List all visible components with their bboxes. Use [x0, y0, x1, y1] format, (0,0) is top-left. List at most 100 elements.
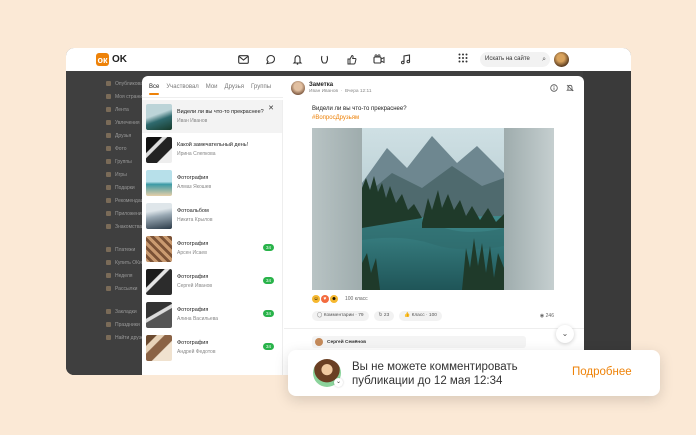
more-info-link[interactable]: Подробнее [572, 366, 632, 378]
list-item-title: Фотография [177, 241, 209, 247]
post-author[interactable]: Иван Иванов [309, 89, 338, 94]
post-photo[interactable] [362, 128, 504, 290]
list-item-title: Фотография [177, 307, 209, 313]
video-icon[interactable] [371, 52, 386, 67]
sidebar-item[interactable]: Платежи [106, 243, 142, 256]
sidebar-item-label: Приложения [115, 210, 142, 217]
share-button[interactable]: ↻ 23 [373, 311, 395, 321]
ok-logo-icon: ок [96, 53, 109, 66]
sidebar-item[interactable]: Опубликовать [106, 77, 142, 90]
mail-icon[interactable] [236, 52, 251, 67]
reactions[interactable]: ☺ ♥ ☻ 100 класс [312, 295, 368, 303]
user-avatar[interactable] [554, 52, 569, 67]
list-item[interactable]: Фотография Алина Васильева 34 [142, 298, 282, 331]
sidebar-item-label: Моя страница [115, 93, 142, 100]
sidebar-item-label: Друзья [115, 132, 132, 139]
list-item-title: Какой замечательный день! [177, 142, 249, 148]
list-item[interactable]: Фотография Сергей Иванов 34 [142, 265, 282, 298]
list-item-author: Иван Иванов [177, 118, 208, 124]
apps-grid-icon[interactable] [458, 53, 470, 65]
list-item-author: Никита Крылов [177, 217, 213, 223]
list-item-text: Какой замечательный день! Ирина Слепкова [177, 142, 265, 157]
likes-icon[interactable] [344, 52, 359, 67]
sidebar-item[interactable]: Подарки [106, 181, 142, 194]
sidebar-item[interactable]: Знакомства [106, 220, 142, 233]
commenter-name[interactable]: Сергей Семёнов [327, 340, 366, 345]
sidebar-item[interactable]: Приложения [106, 207, 142, 220]
list-item[interactable]: Какой замечательный день! Ирина Слепкова [142, 133, 282, 166]
post-hashtag[interactable]: #ВопросДрузьям [312, 115, 359, 121]
scroll-down-button[interactable]: ⌄ [556, 325, 574, 343]
chevron-down-icon: ⌄ [334, 378, 343, 387]
sidebar-item[interactable]: Рассылки [106, 282, 142, 295]
post-photo-frame[interactable] [312, 128, 554, 290]
sidebar-item-label: Найти друзей [115, 334, 142, 341]
list-item[interactable]: Фотоальбом Никита Крылов [142, 199, 282, 232]
sidebar-item-icon [106, 198, 111, 203]
sidebar-item-icon [106, 309, 111, 314]
like-button[interactable]: 👍 Класс · 100 [399, 311, 442, 321]
tab-0[interactable]: Все [149, 76, 160, 97]
list-item[interactable]: Фотография Алмаз Якошев [142, 166, 282, 199]
close-icon[interactable]: ✕ [268, 104, 274, 112]
list-item-author: Алмаз Якошев [177, 184, 212, 190]
sidebar-item[interactable]: Закладки [106, 305, 142, 318]
list-item-author: Алина Васильева [177, 316, 219, 322]
post-actions [550, 84, 574, 94]
post-type: Заметка [309, 82, 334, 88]
sidebar-item-icon [106, 120, 111, 125]
reactions-count[interactable]: 100 класс [345, 296, 368, 302]
feed-background-right [583, 71, 631, 375]
discussions-panel: Все Участвовал Мои Друзья Группы Видели ли в… [142, 76, 584, 375]
sidebar-item-icon [106, 247, 111, 252]
post-view: Заметка Иван Иванов · Вчера 12:11 Видели… [284, 76, 584, 375]
sidebar-item[interactable]: Найти друзей [106, 331, 142, 344]
sidebar-item[interactable]: Группы [106, 155, 142, 168]
sidebar-item[interactable]: Лента [106, 103, 142, 116]
sidebar-item[interactable]: Купить ОКи [106, 256, 142, 269]
list-item-author: Андрей Федотов [177, 349, 216, 355]
music-icon[interactable] [398, 52, 413, 67]
sidebar-item-label: Увлечения [115, 119, 140, 126]
sidebar-item[interactable]: Фото [106, 142, 142, 155]
info-icon[interactable] [550, 84, 558, 94]
list-item[interactable]: Фотография Арсен Исаев 34 [142, 232, 282, 265]
sidebar-item-icon [106, 107, 111, 112]
sidebar-item-icon [106, 94, 111, 99]
ok-logo[interactable]: ок OK [96, 53, 127, 66]
list-item-text: Фотография Алмаз Якошев [177, 175, 265, 190]
likes-label: Класс · 100 [411, 313, 437, 318]
like-icon: 👍 [404, 313, 411, 318]
search-icon[interactable]: ⌕ [542, 52, 546, 67]
bell-icon[interactable] [290, 52, 305, 67]
list-item[interactable]: Фотография Андрей Федотов 34 [142, 331, 282, 364]
comment-item[interactable]: Сергей Семёнов [312, 336, 526, 348]
sidebar-item[interactable]: Неделя [106, 269, 142, 282]
sidebar-item-label: Опубликовать [115, 80, 142, 87]
sidebar-item[interactable]: Игры [106, 168, 142, 181]
comment-ban-toast: ⌄ Вы не можете комментировать публикации… [288, 350, 660, 396]
sidebar-item-label: Праздники [115, 321, 140, 328]
discussions-icon[interactable] [263, 52, 278, 67]
sidebar-item[interactable]: Друзья [106, 129, 142, 142]
sidebar-item[interactable]: Увлечения [106, 116, 142, 129]
mute-icon[interactable] [566, 84, 574, 94]
list-item-thumbnail [146, 301, 172, 328]
commenter-avatar[interactable] [315, 338, 323, 346]
tab-1[interactable]: Участвовал [166, 76, 198, 97]
unread-badge: 34 [263, 343, 274, 350]
comments-button[interactable]: ◯ Комментарии · 79 [312, 311, 369, 321]
smile-emoji-icon: ☺ [312, 295, 320, 303]
post-author-avatar[interactable] [291, 81, 305, 95]
sidebar-item[interactable]: Праздники [106, 318, 142, 331]
guests-icon[interactable] [317, 52, 332, 67]
sidebar-item[interactable]: Рекомендации [106, 194, 142, 207]
list-item[interactable]: Видели ли вы что-то прекраснее? Иван Иван… [142, 100, 282, 133]
tab-3[interactable]: Друзья [225, 76, 244, 97]
tab-4[interactable]: Группы [251, 76, 271, 97]
search-input[interactable]: Искать на сайте ⌕ [480, 52, 550, 67]
tab-2[interactable]: Мои [206, 76, 218, 97]
sidebar-item[interactable]: Моя страница [106, 90, 142, 103]
list-item-text: Фотография Алина Васильева [177, 307, 265, 322]
comments-label: Комментарии · 79 [323, 313, 364, 318]
